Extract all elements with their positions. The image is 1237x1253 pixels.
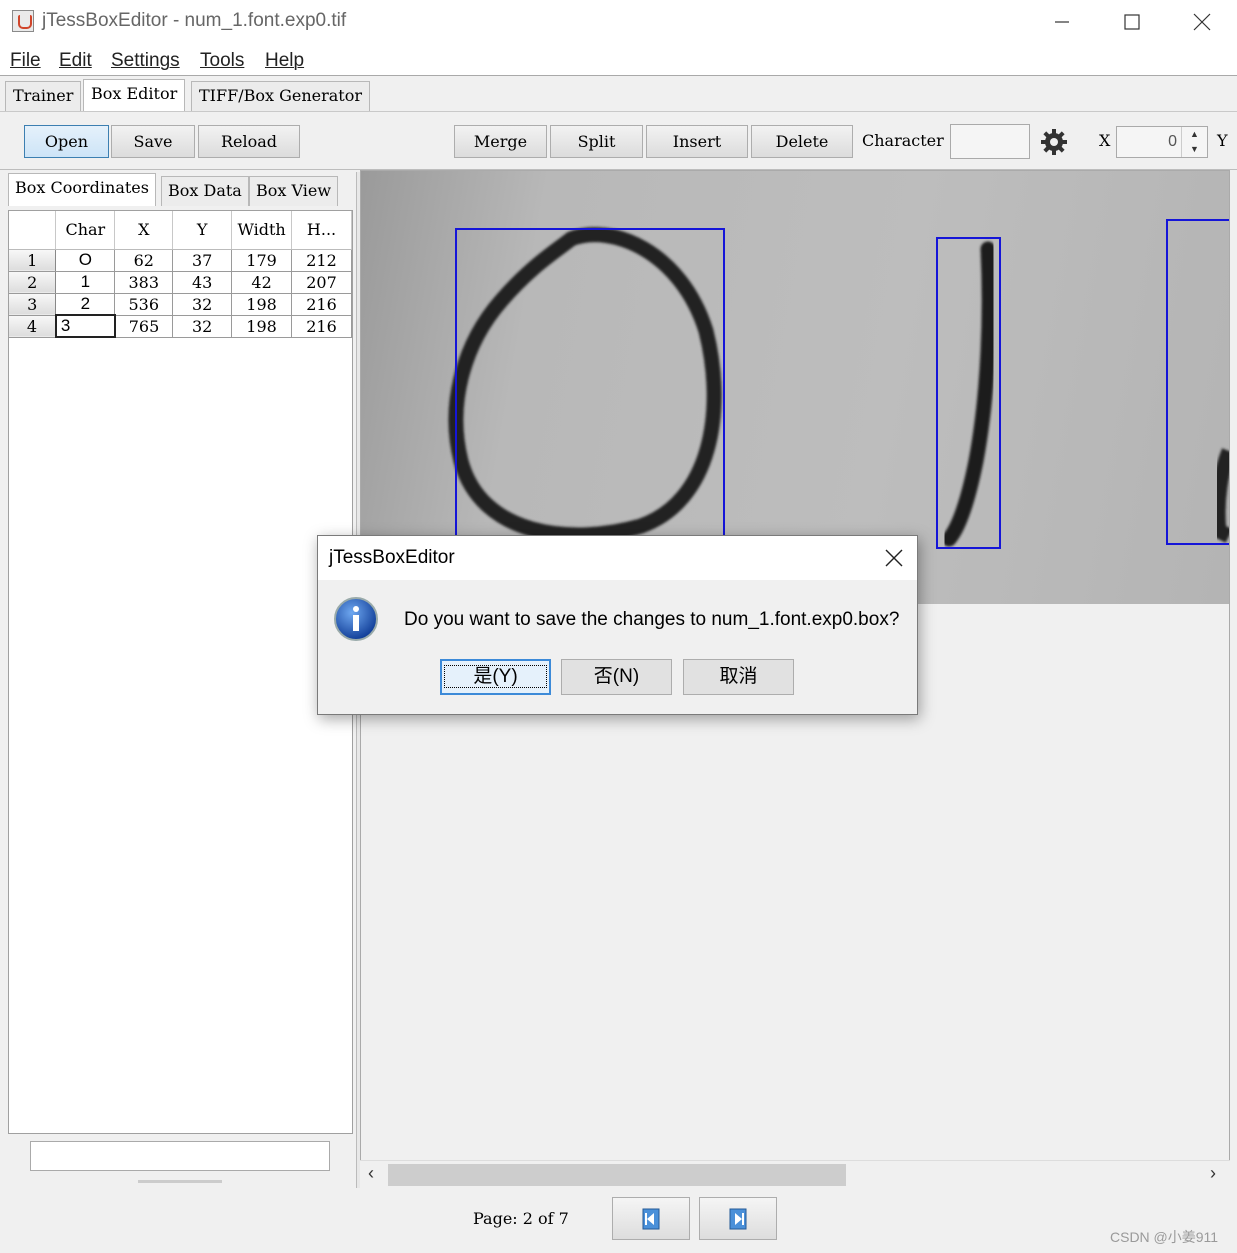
column-header-width[interactable]: Width <box>231 211 293 250</box>
save-button[interactable]: Save <box>111 125 195 158</box>
x-spinner[interactable]: 0 ▲ ▼ <box>1116 126 1208 158</box>
column-header-x[interactable]: X <box>114 211 174 250</box>
cell-x[interactable]: 383 <box>114 271 174 294</box>
previous-page-icon <box>642 1208 660 1229</box>
cell-height[interactable]: 212 <box>291 249 352 272</box>
cell-y[interactable]: 43 <box>172 271 233 294</box>
tab-tiff-box-generator[interactable]: TIFF/Box Generator <box>191 81 371 111</box>
cell-height[interactable]: 216 <box>291 315 352 338</box>
gear-icon[interactable] <box>1040 128 1068 156</box>
close-window-button[interactable] <box>1167 0 1237 44</box>
cell-char[interactable]: O <box>55 249 116 272</box>
cell-char[interactable]: 2 <box>55 293 116 316</box>
next-page-button[interactable] <box>699 1197 777 1240</box>
menu-settings[interactable]: Settings <box>111 50 180 72</box>
tab-box-data[interactable]: Box Data <box>161 176 249 206</box>
window-title: jTessBoxEditor - num_1.font.exp0.tif <box>42 10 347 31</box>
cell-x[interactable]: 765 <box>114 315 174 338</box>
tab-box-coordinates[interactable]: Box Coordinates <box>8 173 156 206</box>
menu-edit[interactable]: Edit <box>59 50 92 72</box>
row-number[interactable]: 3 <box>9 293 57 316</box>
reload-button[interactable]: Reload <box>198 125 300 158</box>
cell-char[interactable]: 1 <box>55 271 116 294</box>
previous-page-button[interactable] <box>612 1197 690 1240</box>
dialog-title-bar: jTessBoxEditor <box>318 536 917 580</box>
yes-button-label: 是(Y) <box>444 665 547 688</box>
column-header-y[interactable]: Y <box>172 211 233 250</box>
cell-width[interactable]: 198 <box>231 315 293 338</box>
delete-button[interactable]: Delete <box>751 125 853 158</box>
resize-handle[interactable] <box>138 1180 222 1183</box>
maximize-button[interactable] <box>1097 0 1167 44</box>
dialog-message: Do you want to save the changes to num_1… <box>404 609 900 630</box>
column-header-height[interactable]: H... <box>291 211 352 250</box>
split-button[interactable]: Split <box>550 125 643 158</box>
character-label: Character <box>862 131 944 150</box>
java-app-icon <box>12 10 34 32</box>
next-page-icon <box>729 1208 747 1229</box>
cell-y[interactable]: 37 <box>172 249 233 272</box>
character-input[interactable] <box>950 124 1030 159</box>
page-indicator: Page: 2 of 7 <box>473 1209 569 1228</box>
horizontal-scrollbar[interactable]: ‹ › <box>360 1160 1230 1188</box>
cell-char-editing[interactable]: 3 <box>54 314 116 338</box>
tab-box-editor[interactable]: Box Editor <box>83 79 186 112</box>
tab-trainer[interactable]: Trainer <box>5 81 82 111</box>
box-coordinates-table: Char X Y Width H... 1 O 62 37 179 212 2 … <box>8 210 353 1134</box>
cell-width[interactable]: 179 <box>231 249 293 272</box>
table-row[interactable]: 3 2 536 32 198 216 <box>9 293 352 316</box>
merge-button[interactable]: Merge <box>454 125 547 158</box>
row-header-corner <box>9 211 57 250</box>
insert-button[interactable]: Insert <box>646 125 748 158</box>
table-row[interactable]: 2 1 383 43 42 207 <box>9 271 352 294</box>
scrollbar-thumb[interactable] <box>388 1164 846 1186</box>
column-header-char[interactable]: Char <box>55 211 116 250</box>
row-number[interactable]: 4 <box>9 315 57 338</box>
cell-height[interactable]: 207 <box>291 271 352 294</box>
close-icon <box>885 549 903 567</box>
cell-x[interactable]: 536 <box>114 293 174 316</box>
tab-box-view[interactable]: Box View <box>249 176 339 206</box>
spinner-down-icon[interactable]: ▼ <box>1181 142 1207 157</box>
spinner-up-icon[interactable]: ▲ <box>1181 127 1207 142</box>
no-button[interactable]: 否(N) <box>561 659 672 695</box>
table-row[interactable]: 1 O 62 37 179 212 <box>9 249 352 272</box>
row-number[interactable]: 2 <box>9 271 57 294</box>
y-label: Y <box>1217 131 1228 150</box>
save-changes-dialog: jTessBoxEditor Do you want to save the c… <box>317 535 918 715</box>
x-label: X <box>1099 131 1111 150</box>
title-bar: jTessBoxEditor - num_1.font.exp0.tif <box>0 0 1237 44</box>
search-input[interactable] <box>30 1141 330 1171</box>
cell-y[interactable]: 32 <box>172 293 233 316</box>
cancel-button[interactable]: 取消 <box>683 659 794 695</box>
x-value: 0 <box>1168 133 1177 150</box>
table-row[interactable]: 4 3 765 32 198 216 <box>9 314 352 338</box>
dialog-close-button[interactable] <box>879 543 909 573</box>
cell-width[interactable]: 198 <box>231 293 293 316</box>
cell-x[interactable]: 62 <box>114 249 174 272</box>
menu-tools[interactable]: Tools <box>200 50 244 72</box>
menu-help[interactable]: Help <box>265 50 304 72</box>
yes-button[interactable]: 是(Y) <box>440 659 551 695</box>
minimize-button[interactable] <box>1027 0 1097 44</box>
menu-bar: File Edit Settings Tools Help <box>0 44 1237 76</box>
char-box-1[interactable] <box>936 237 1001 549</box>
open-button[interactable]: Open <box>24 125 109 158</box>
dialog-title: jTessBoxEditor <box>329 547 455 568</box>
scroll-right-icon[interactable]: › <box>1210 1163 1216 1184</box>
watermark: CSDN @小姜911 <box>1110 1229 1219 1245</box>
menu-file[interactable]: File <box>10 50 41 72</box>
cell-y[interactable]: 32 <box>172 315 233 338</box>
scroll-left-icon[interactable]: ‹ <box>368 1163 374 1184</box>
cell-width[interactable]: 42 <box>231 271 293 294</box>
char-box-2[interactable] <box>1166 219 1229 545</box>
row-number[interactable]: 1 <box>9 249 57 272</box>
cell-height[interactable]: 216 <box>291 293 352 316</box>
info-icon <box>333 596 379 642</box>
